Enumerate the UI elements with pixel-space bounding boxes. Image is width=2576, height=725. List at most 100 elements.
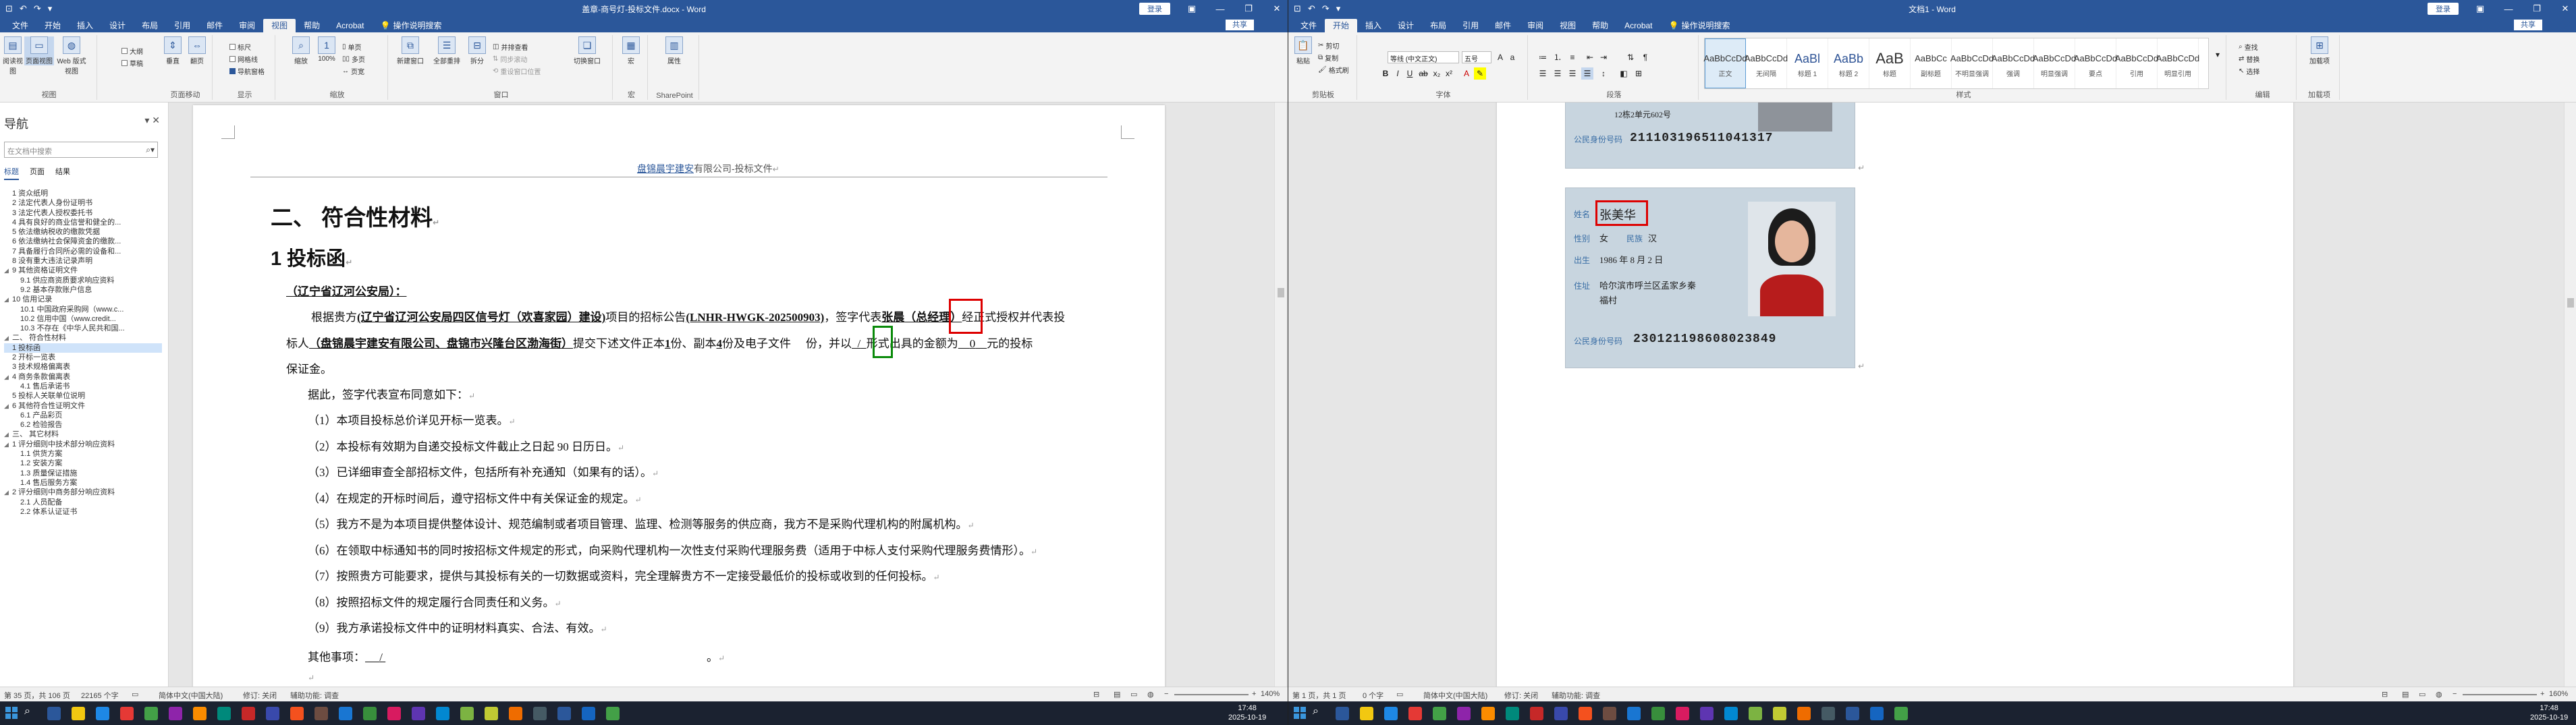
tab-acrobat[interactable]: Acrobat xyxy=(1616,19,1660,32)
outline-button[interactable]: 大纲 xyxy=(121,46,143,56)
taskbar-app-icon[interactable] xyxy=(1433,707,1446,720)
nav-heading-item[interactable]: ◢ 6 其他符合性证明文件 xyxy=(4,401,162,411)
tab-acrobat[interactable]: Acrobat xyxy=(328,19,372,32)
collapse-triangle-icon[interactable]: ◢ xyxy=(4,295,12,304)
nav-heading-item[interactable]: 8 没有重大违法记录声明 xyxy=(4,256,162,266)
taskbar-app-icon[interactable] xyxy=(485,707,498,720)
vertical-button[interactable]: ⇕ 垂直 xyxy=(161,36,184,65)
undo-icon[interactable]: ↶ xyxy=(1308,3,1315,14)
zoom-button[interactable]: ⌕ 缩放 xyxy=(290,36,312,65)
multilevel-icon[interactable]: ≡ xyxy=(1566,51,1579,63)
split-button[interactable]: ⊟ 拆分 xyxy=(466,36,489,65)
taskbar-app-icon[interactable] xyxy=(1384,707,1398,720)
justify-icon[interactable]: ☰ xyxy=(1581,67,1593,80)
taskbar-app-icon[interactable] xyxy=(1724,707,1738,720)
align-left-icon[interactable]: ☰ xyxy=(1537,67,1549,80)
customize-icon[interactable]: ▾ xyxy=(1336,3,1341,14)
taskbar-app-icon[interactable] xyxy=(1360,707,1373,720)
taskbar-app-icon[interactable] xyxy=(1846,707,1859,720)
tab-home[interactable]: 开始 xyxy=(1325,19,1358,32)
taskbar-search-icon[interactable]: ⌕ xyxy=(1313,705,1319,718)
tab-view[interactable]: 视图 xyxy=(1552,19,1584,32)
zoom-out-icon[interactable]: − xyxy=(2452,690,2457,698)
nav-heading-item[interactable]: 2.2 体系认证证书 xyxy=(4,507,162,517)
copy-button[interactable]: ⧉ 复制 xyxy=(1318,53,1338,63)
vertical-scrollbar[interactable] xyxy=(1274,103,1286,687)
taskbar-app-icon[interactable] xyxy=(193,707,207,720)
nav-close-icon[interactable]: ▾ ✕ xyxy=(144,115,160,126)
web-layout-status-icon[interactable]: ◍ xyxy=(1147,690,1154,699)
style-item[interactable]: AaB 标题 xyxy=(1869,38,1911,88)
status-zoom[interactable]: 160% xyxy=(2549,690,2568,698)
gallery-more-icon[interactable]: ▾ xyxy=(2212,49,2224,61)
taskbar-app-icon[interactable] xyxy=(1506,707,1519,720)
nav-heading-item[interactable]: 1.4 售后服务方案 xyxy=(4,478,162,488)
select-button[interactable]: ↖ 选择 xyxy=(2239,66,2259,76)
switch-windows-button[interactable]: ❏ 切换窗口 xyxy=(567,36,607,65)
nav-heading-item[interactable]: 2 开标一览表 xyxy=(4,353,162,362)
taskbar-search-icon[interactable]: ⌕ xyxy=(24,705,30,718)
share-button[interactable]: 共享 xyxy=(1226,20,1254,30)
borders-icon[interactable]: ⊞ xyxy=(1633,67,1645,80)
zoom-in-icon[interactable]: + xyxy=(2540,690,2544,698)
tab-mailings[interactable]: 邮件 xyxy=(1487,19,1519,32)
highlight-icon[interactable]: ✎ xyxy=(1474,67,1486,80)
taskbar-app-icon[interactable] xyxy=(339,707,352,720)
tell-me-search[interactable]: 💡 操作说明搜索 xyxy=(373,19,450,32)
status-accessibility[interactable]: 辅助功能: 调查 xyxy=(1552,690,1600,701)
autosave-icon[interactable]: ⊡ xyxy=(5,3,13,14)
macros-button[interactable]: ▦ 宏 xyxy=(620,36,642,65)
taskbar-app-icon[interactable] xyxy=(509,707,522,720)
nav-heading-item[interactable]: 2 法定代表人身份证明书 xyxy=(4,198,162,208)
taskbar-app-icon[interactable] xyxy=(533,707,547,720)
taskbar-app-icon[interactable] xyxy=(582,707,595,720)
taskbar-app-icon[interactable] xyxy=(1797,707,1811,720)
collapse-triangle-icon[interactable]: ◢ xyxy=(4,333,12,343)
tab-insert[interactable]: 插入 xyxy=(69,19,101,32)
style-item[interactable]: AaBb 标题 2 xyxy=(1828,38,1869,88)
grow-font-icon[interactable]: A xyxy=(1494,51,1506,63)
share-button[interactable]: 共享 xyxy=(2514,20,2542,30)
collapse-triangle-icon[interactable]: ◢ xyxy=(4,440,12,449)
zoom-slider[interactable] xyxy=(2463,694,2537,695)
gridlines-checkbox[interactable]: 网格线 xyxy=(229,54,258,64)
read-mode-status-icon[interactable]: ▤ xyxy=(1114,690,1120,699)
read-mode-status-icon[interactable]: ▤ xyxy=(2402,690,2409,699)
tab-view[interactable]: 视图 xyxy=(263,19,296,32)
zoom-100-button[interactable]: 1 100% xyxy=(315,36,338,63)
status-accessibility[interactable]: 辅助功能: 调查 xyxy=(290,690,339,701)
show-marks-icon[interactable]: ¶ xyxy=(1639,51,1651,63)
tab-design[interactable]: 设计 xyxy=(101,19,134,32)
font-size-select[interactable]: 五号 xyxy=(1462,51,1491,63)
print-layout-status-icon[interactable]: ▭ xyxy=(1130,690,1137,699)
subscript-icon[interactable]: x₂ xyxy=(1431,67,1443,80)
nav-heading-item[interactable]: 10.2 信用中国（www.credit... xyxy=(4,314,162,324)
taskbar-app-icon[interactable] xyxy=(169,707,182,720)
bullets-icon[interactable]: ≔ xyxy=(1537,51,1549,63)
multi-page-button[interactable]: ▯▯ 多页 xyxy=(342,54,365,64)
style-item[interactable]: AaBbCcDd 引用 xyxy=(2115,38,2158,88)
proofing-icon[interactable]: ▭ xyxy=(1396,690,1403,699)
taskbar-app-icon[interactable] xyxy=(1481,707,1495,720)
nav-tab-pages[interactable]: 页面 xyxy=(30,166,45,180)
tell-me-search[interactable]: 💡 操作说明搜索 xyxy=(1661,19,1738,32)
collapse-triangle-icon[interactable]: ◢ xyxy=(4,401,12,411)
sync-scroll-button[interactable]: ⇅ 同步滚动 xyxy=(493,54,527,64)
taskbar-app-icon[interactable] xyxy=(1651,707,1665,720)
restore-icon[interactable]: ❐ xyxy=(2530,3,2544,14)
nav-heading-item[interactable]: 9.1 供应商资质要求响应资料 xyxy=(4,276,162,285)
taskbar-app-icon[interactable] xyxy=(72,707,85,720)
taskbar-app-icon[interactable] xyxy=(387,707,401,720)
zoom-in-icon[interactable]: + xyxy=(1252,690,1256,698)
tab-layout[interactable]: 布局 xyxy=(1422,19,1454,32)
nav-heading-item[interactable]: 9.2 基本存款账户信息 xyxy=(4,285,162,295)
nav-heading-item[interactable]: ◢ 4 商务条款偏离表 xyxy=(4,372,162,382)
status-language[interactable]: 简体中文(中国大陆) xyxy=(159,690,223,701)
nav-heading-item[interactable]: 2.1 人员配备 xyxy=(4,498,162,507)
nav-heading-item[interactable]: 10.3 不存在《中华人民共和国... xyxy=(4,324,162,333)
font-name-select[interactable]: 等线 (中文正文) xyxy=(1388,51,1459,63)
minimize-icon[interactable]: — xyxy=(2502,4,2515,14)
redo-icon[interactable]: ↷ xyxy=(1322,3,1330,14)
taskbar-clock[interactable]: 17:48 2025-10-19 xyxy=(1228,703,1266,722)
style-item[interactable]: AaBl 标题 1 xyxy=(1787,38,1828,88)
